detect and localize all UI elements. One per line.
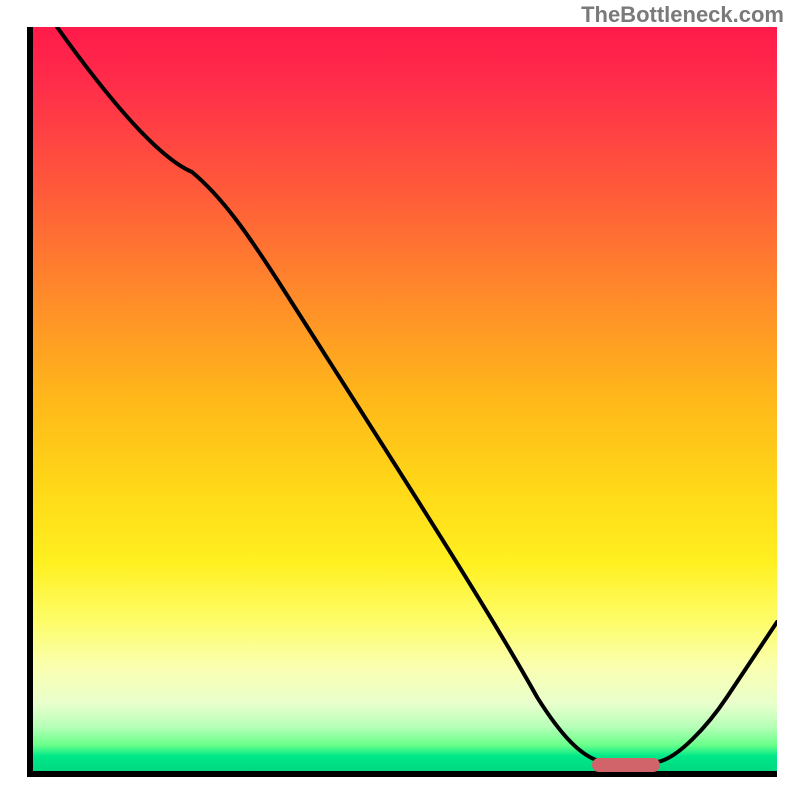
bottleneck-chart: TheBottleneck.com [0, 0, 800, 800]
optimal-marker [592, 758, 660, 772]
plot-area [27, 27, 777, 777]
watermark: TheBottleneck.com [581, 2, 784, 28]
